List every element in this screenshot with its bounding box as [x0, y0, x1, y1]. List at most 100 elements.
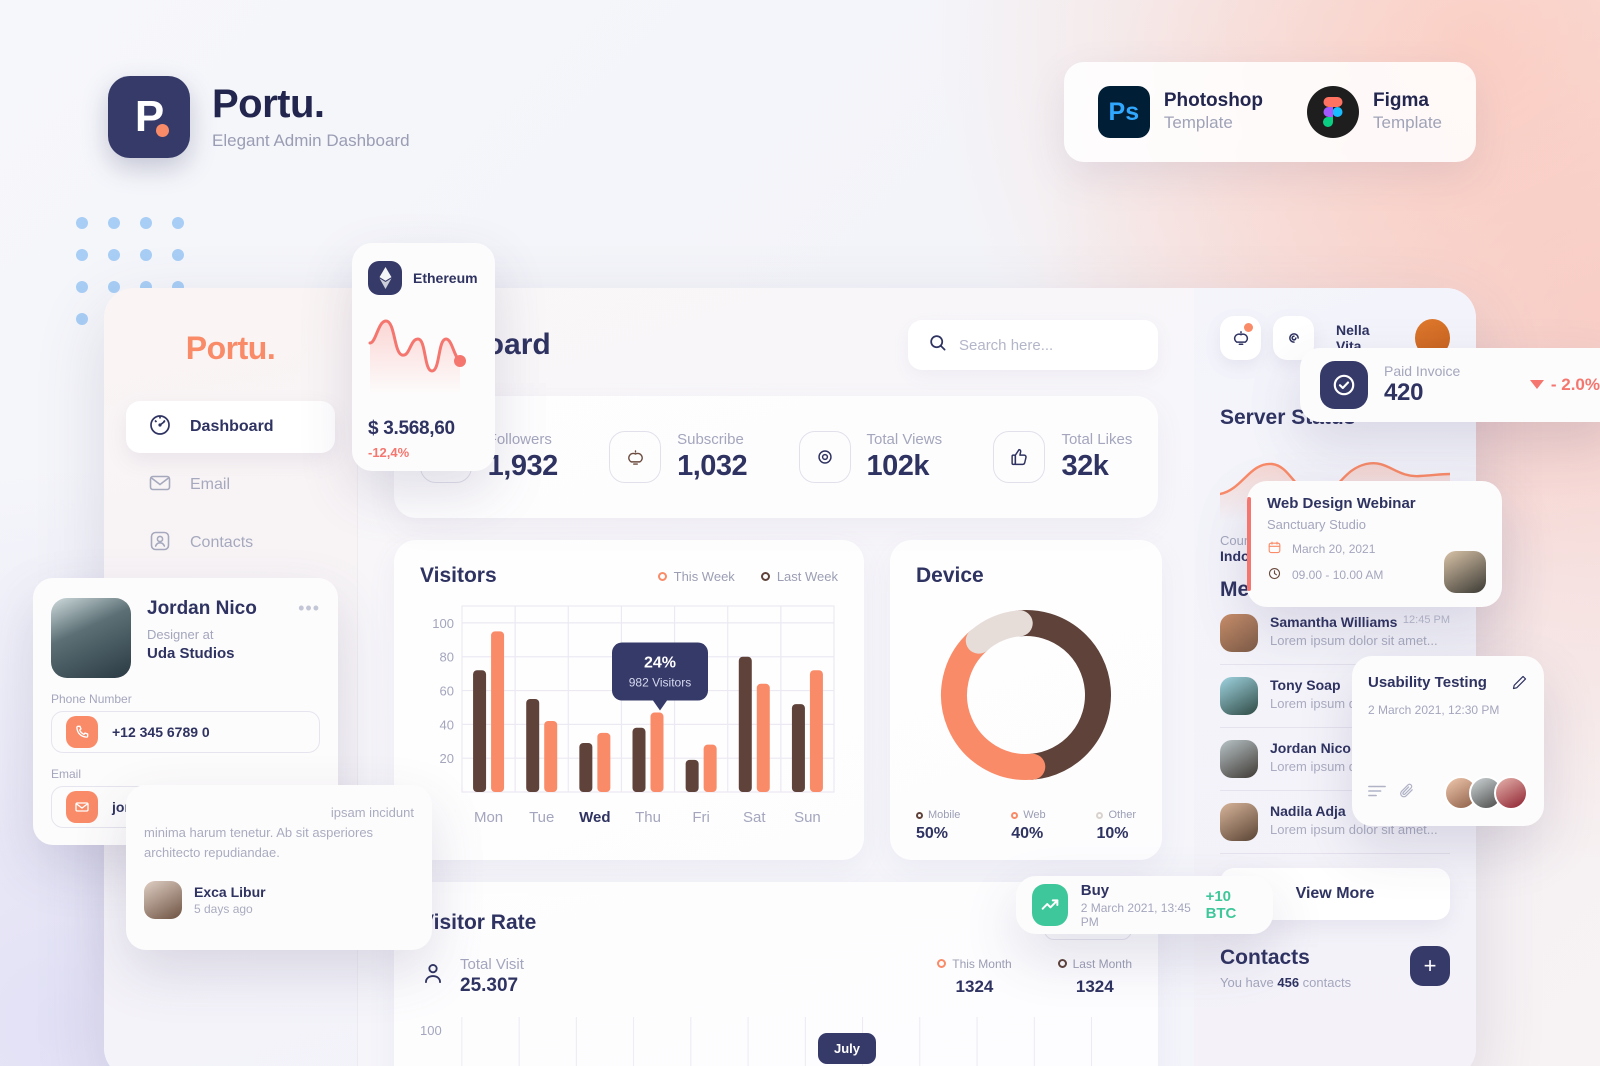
- mail-icon: [148, 471, 172, 500]
- buy-time: 2 March 2021, 13:45 PM: [1080, 900, 1191, 929]
- ethereum-card: Ethereum $ 3.568,60 -12,4%: [352, 243, 495, 471]
- eye-icon: [798, 431, 851, 483]
- trending-up-icon: [1032, 884, 1068, 926]
- legend-this-week: This Week: [657, 568, 735, 584]
- stat-label: Total Likes: [1061, 431, 1133, 448]
- visitors-bar-chart: 20 40 60 80 100 Mon Tue Wed Thu Fri Sat Sun 24% 982 V…: [432, 605, 835, 826]
- pencil-icon[interactable]: [1511, 674, 1528, 696]
- svg-text:Mon: Mon: [474, 809, 503, 826]
- visitor-rate-legend: This Month 1324 Last Month 1324: [937, 957, 1132, 997]
- stat-label: Total Views: [866, 431, 943, 448]
- phone-label: Phone Number: [51, 692, 132, 706]
- ethereum-header: Ethereum: [368, 261, 479, 295]
- contact-card-icon: [148, 529, 172, 558]
- stat-label: Subscribe: [677, 431, 744, 448]
- stats-summary-card: Followers 1,932 Subscribe 1,032 Total Vi…: [394, 396, 1158, 518]
- logo-dot: [156, 124, 169, 137]
- avatar: [1494, 776, 1528, 810]
- page-header: P Portu. Elegant Admin Dashboard: [108, 76, 410, 158]
- profile-menu-button[interactable]: •••: [298, 598, 320, 619]
- usability-testing-card: Usability Testing 2 March 2021, 12:30 PM: [1352, 656, 1544, 826]
- device-legend-other: Other 10%: [1096, 809, 1136, 843]
- usability-title: Usability Testing: [1368, 674, 1487, 691]
- device-value: 50%: [916, 825, 949, 842]
- template-figma-name: Figma: [1373, 90, 1429, 112]
- avatar: [1220, 614, 1258, 652]
- calendar-icon: [1267, 540, 1282, 558]
- photoshop-badge-text: Ps: [1108, 97, 1140, 126]
- comment-author: Exca Libur: [194, 884, 266, 901]
- ethereum-price: $ 3.568,60: [368, 418, 455, 439]
- list-icon[interactable]: [1368, 784, 1386, 803]
- search-box[interactable]: [908, 320, 1158, 370]
- comment-author-row: Exca Libur 5 days ago: [144, 881, 414, 920]
- legend-last-week: Last Week: [760, 568, 838, 584]
- webinar-date: March 20, 2021: [1292, 542, 1376, 556]
- device-legend-mobile: Mobile 50%: [916, 809, 960, 843]
- sidebar-item-dashboard[interactable]: Dashboard: [126, 401, 335, 453]
- message-sender: Samantha Williams: [1270, 614, 1398, 630]
- charts-row: Visitors This Week Last Week 20 40 60 80 100…: [394, 540, 1162, 860]
- profile-name: Jordan Nico: [147, 598, 257, 619]
- search-input[interactable]: [959, 336, 1138, 354]
- message-preview: Lorem ipsum dolor sit amet...: [1270, 633, 1438, 648]
- svg-text:100: 100: [432, 616, 454, 631]
- sidebar-item-contacts[interactable]: Contacts: [126, 517, 335, 569]
- invoice-delta: - 2.0%: [1529, 375, 1600, 395]
- contacts-subtitle: You have 456 contacts: [1220, 975, 1351, 990]
- legend-marker: [760, 571, 770, 581]
- visitors-chart-title: Visitors: [420, 564, 497, 587]
- total-visit-value: 25.307: [460, 975, 519, 996]
- visitor-rate-this-month: This Month 1324: [937, 957, 1012, 997]
- clock-icon: [1267, 566, 1282, 584]
- avatar: [1220, 740, 1258, 778]
- visitor-rate-gridlines: [461, 1017, 1093, 1066]
- template-photoshop[interactable]: Ps Photoshop Template: [1097, 86, 1263, 138]
- total-visit-block: Total Visit 25.307: [420, 956, 524, 997]
- notifications-button[interactable]: [1220, 316, 1262, 360]
- visitor-rate-chart: 100 July: [420, 1011, 1132, 1066]
- trend-down-icon: [1529, 375, 1544, 395]
- webinar-time: 09.00 - 10.00 AM: [1292, 568, 1384, 582]
- stat-label: Followers: [487, 431, 552, 448]
- buy-amount: +10 BTC: [1205, 888, 1237, 922]
- ethereum-icon: [368, 261, 402, 295]
- legend-marker: [657, 571, 667, 581]
- ethereum-change: -12,4%: [368, 445, 410, 460]
- contacts-header: Contacts You have 456 contacts +: [1220, 946, 1450, 990]
- add-contact-button[interactable]: +: [1410, 946, 1450, 986]
- invoice-value: 420: [1384, 379, 1424, 406]
- svg-text:Sat: Sat: [743, 809, 766, 826]
- page-title: Portu.: [212, 82, 325, 126]
- message-sender: Nadila Adja: [1270, 803, 1346, 819]
- legend-label: Last Week: [776, 568, 838, 584]
- phone-icon: [66, 716, 98, 748]
- device-donut-chart: [941, 610, 1111, 780]
- template-figma[interactable]: Figma Template: [1307, 86, 1442, 138]
- legend-value: 1324: [955, 976, 994, 996]
- figma-icon: [1307, 86, 1360, 138]
- phone-value: +12 345 6789 0: [112, 724, 210, 740]
- svg-text:60: 60: [440, 684, 454, 699]
- template-photoshop-type: Template: [1163, 113, 1233, 133]
- profile-role: Designer at: [147, 627, 214, 642]
- visitor-rate-tooltip: July: [818, 1033, 877, 1064]
- notification-badge: [1244, 323, 1254, 332]
- message-time: 12:45 PM: [1402, 614, 1450, 626]
- message-sender: Jordan Nico: [1270, 740, 1351, 756]
- comment-text-top: ipsam incidunt: [330, 805, 414, 820]
- buy-title: Buy: [1080, 881, 1110, 899]
- profile-top: Jordan Nico ••• Designer at Uda Studios: [51, 598, 320, 678]
- paperclip-icon[interactable]: [1398, 782, 1415, 804]
- avatar: [51, 598, 131, 678]
- phone-field[interactable]: +12 345 6789 0: [51, 711, 320, 753]
- legend-value: 1324: [1075, 976, 1114, 996]
- template-badges-bar: Ps Photoshop Template Figma Template: [1063, 62, 1476, 162]
- sidebar-item-email[interactable]: Email: [126, 459, 335, 511]
- paid-invoice-card: Paid Invoice 420 - 2.0%: [1300, 348, 1600, 422]
- visitor-rate-last-month: Last Month 1324: [1057, 957, 1132, 997]
- ethereum-name: Ethereum: [413, 270, 478, 286]
- comment-time: 5 days ago: [194, 902, 253, 917]
- device-chart-card: Device Mobile 50% Web 40% Other 10%: [890, 540, 1162, 860]
- legend-label: This Week: [673, 568, 735, 584]
